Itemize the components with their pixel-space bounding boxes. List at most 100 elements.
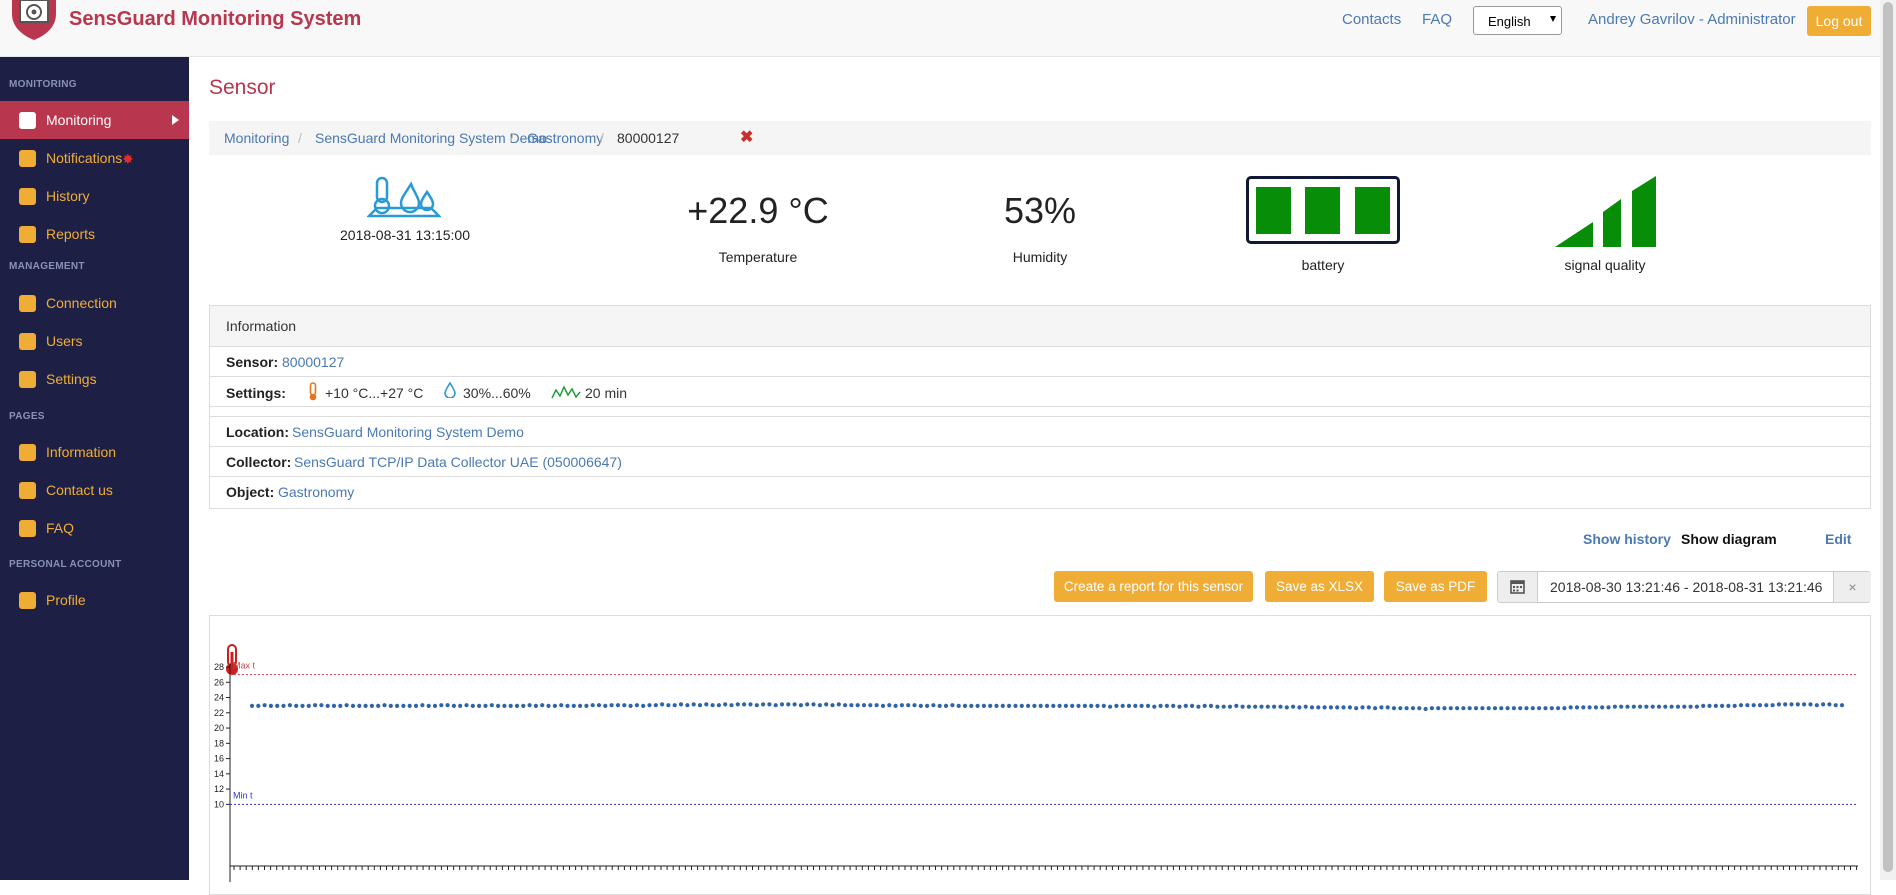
save-xlsx-button[interactable]: Save as XLSX (1265, 571, 1374, 602)
data-point[interactable] (1360, 705, 1365, 710)
data-point[interactable] (1436, 706, 1441, 711)
sidebar-item-history[interactable]: History (0, 177, 189, 215)
data-point[interactable] (1126, 703, 1132, 708)
data-point[interactable] (300, 703, 305, 708)
data-point[interactable] (1253, 704, 1258, 709)
data-point[interactable] (540, 703, 545, 708)
data-point[interactable] (1373, 706, 1378, 711)
data-point[interactable] (1461, 706, 1466, 711)
data-point[interactable] (735, 702, 740, 707)
data-point[interactable] (344, 703, 349, 708)
data-point[interactable] (1625, 704, 1630, 709)
data-point[interactable] (1713, 703, 1718, 708)
data-point[interactable] (439, 703, 444, 708)
data-point[interactable] (458, 703, 463, 708)
data-point[interactable] (622, 703, 627, 708)
data-point[interactable] (483, 703, 488, 708)
data-point[interactable] (1322, 705, 1327, 710)
data-point[interactable] (1013, 703, 1018, 708)
data-point[interactable] (1429, 706, 1434, 711)
data-point[interactable] (1089, 703, 1094, 708)
data-point[interactable] (1770, 703, 1775, 708)
data-point[interactable] (325, 703, 330, 708)
data-point[interactable] (420, 703, 425, 708)
data-point[interactable] (1442, 706, 1447, 711)
data-point[interactable] (950, 703, 955, 708)
data-point[interactable] (880, 703, 886, 708)
data-point[interactable] (1682, 704, 1687, 709)
data-point[interactable] (1726, 703, 1731, 708)
data-point[interactable] (363, 703, 368, 708)
data-point[interactable] (1208, 703, 1214, 708)
data-point[interactable] (1694, 704, 1699, 709)
remove-sensor-icon[interactable]: ✖ (740, 127, 753, 147)
data-point[interactable] (1341, 705, 1346, 710)
data-point[interactable] (1644, 704, 1649, 709)
data-point[interactable] (1675, 704, 1681, 709)
data-point[interactable] (1600, 705, 1605, 710)
data-point[interactable] (729, 703, 734, 708)
data-point[interactable] (1240, 704, 1245, 709)
data-point[interactable] (1309, 705, 1315, 710)
data-point[interactable] (1631, 704, 1636, 709)
data-point[interactable] (1650, 704, 1655, 709)
collector-link[interactable]: SensGuard TCP/IP Data Collector UAE (050… (294, 454, 622, 470)
data-point[interactable] (1656, 704, 1662, 709)
data-point[interactable] (1278, 704, 1283, 709)
data-point[interactable] (464, 703, 469, 708)
data-point[interactable] (376, 703, 381, 708)
data-point[interactable] (1568, 705, 1573, 710)
data-point[interactable] (773, 703, 778, 708)
data-point[interactable] (836, 702, 841, 707)
data-point[interactable] (1511, 706, 1516, 711)
data-point[interactable] (817, 703, 823, 708)
data-point[interactable] (830, 703, 835, 708)
data-point[interactable] (1297, 705, 1302, 710)
data-point[interactable] (426, 703, 431, 708)
data-point[interactable] (1227, 704, 1233, 709)
data-point[interactable] (338, 703, 343, 708)
object-link[interactable]: Gastronomy (278, 484, 354, 500)
data-point[interactable] (786, 702, 791, 707)
data-point[interactable] (1095, 703, 1100, 708)
sidebar-item-profile[interactable]: Profile (0, 581, 189, 619)
data-point[interactable] (805, 702, 810, 707)
data-point[interactable] (1707, 703, 1712, 708)
data-point[interactable] (1391, 706, 1397, 711)
data-point[interactable] (1051, 703, 1056, 708)
data-point[interactable] (1738, 703, 1744, 708)
data-point[interactable] (502, 703, 507, 708)
data-point[interactable] (1291, 704, 1296, 709)
data-point[interactable] (887, 703, 892, 708)
data-point[interactable] (1574, 705, 1580, 710)
data-point[interactable] (1234, 703, 1239, 708)
data-point[interactable] (1328, 705, 1333, 710)
data-point[interactable] (1057, 703, 1062, 708)
data-point[interactable] (1789, 702, 1794, 707)
data-point[interactable] (281, 703, 286, 708)
data-point[interactable] (1335, 705, 1340, 710)
data-point[interactable] (1007, 703, 1012, 708)
data-point[interactable] (1732, 703, 1737, 708)
data-point[interactable] (1581, 705, 1586, 710)
data-point[interactable] (1663, 704, 1668, 709)
data-point[interactable] (1776, 702, 1781, 707)
data-point[interactable] (382, 703, 387, 708)
data-point[interactable] (710, 703, 715, 708)
data-point[interactable] (1518, 706, 1523, 711)
data-point[interactable] (1556, 706, 1561, 711)
data-point[interactable] (1171, 703, 1176, 708)
data-point[interactable] (1480, 706, 1485, 711)
data-point[interactable] (262, 703, 267, 708)
breadcrumb-monitoring[interactable]: Monitoring (224, 130, 289, 146)
calendar-icon[interactable] (1498, 572, 1538, 602)
data-point[interactable] (849, 703, 854, 708)
data-point[interactable] (1177, 704, 1182, 709)
data-point[interactable] (931, 703, 936, 708)
show-history-link[interactable]: Show history (1583, 531, 1671, 547)
sidebar-item-faq[interactable]: FAQ (0, 509, 189, 547)
data-point[interactable] (1492, 706, 1498, 711)
data-point[interactable] (678, 702, 684, 707)
data-point[interactable] (1000, 703, 1005, 708)
data-point[interactable] (1133, 703, 1138, 708)
